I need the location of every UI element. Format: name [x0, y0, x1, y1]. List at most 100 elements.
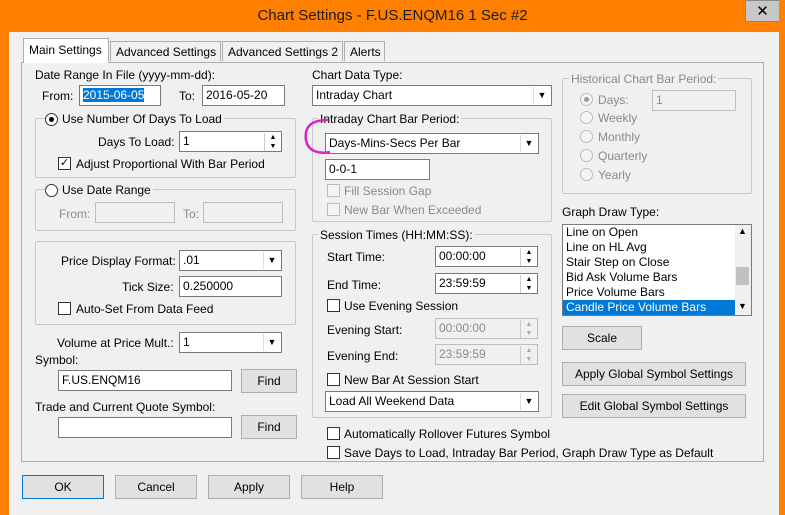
spin-up-icon[interactable]: ▲	[264, 133, 281, 142]
right-frame-edge	[779, 0, 785, 515]
price-format-value: .01	[183, 253, 200, 267]
vol-mult-select[interactable]: 1 ▼	[179, 332, 282, 353]
list-item[interactable]: Stair Step on Close	[563, 255, 736, 270]
adjust-proportional-checkbox[interactable]: ✓	[58, 157, 71, 170]
date-range-label: Date Range In File (yyyy-mm-dd):	[35, 68, 216, 82]
end-time-label: End Time:	[327, 278, 382, 292]
tab-alerts[interactable]: Alerts	[344, 41, 385, 61]
list-item[interactable]: Line on Open	[563, 225, 736, 240]
new-bar-exceeded-checkbox[interactable]	[327, 203, 340, 216]
title-bar[interactable]: Chart Settings - F.US.ENQM16 1 Sec #2 ✕	[0, 0, 785, 32]
use-evening-checkbox[interactable]	[327, 299, 340, 312]
ok-button[interactable]: OK	[22, 475, 104, 499]
save-default-checkbox[interactable]	[327, 446, 340, 459]
scale-button[interactable]: Scale	[562, 326, 642, 350]
spin-down-icon[interactable]: ▼	[520, 257, 537, 266]
apply-button[interactable]: Apply	[208, 475, 290, 499]
save-default-label: Save Days to Load, Intraday Bar Period, …	[344, 446, 714, 460]
intraday-period-label: Intraday Chart Bar Period:	[318, 112, 462, 126]
find-trade-symbol-button[interactable]: Find	[241, 415, 297, 439]
evening-start-value: 00:00:00	[439, 321, 486, 335]
chevron-down-icon: ▼	[263, 334, 280, 351]
yearly-radio[interactable]	[580, 168, 593, 181]
list-item-selected[interactable]: Candle Price Volume Bars	[563, 300, 736, 315]
monthly-radio[interactable]	[580, 130, 593, 143]
spin-up-icon[interactable]: ▲	[520, 346, 537, 355]
graph-draw-listbox[interactable]: Line on Open Line on HL Avg Stair Step o…	[562, 224, 752, 316]
range-to-input[interactable]	[203, 202, 283, 223]
weekly-radio[interactable]	[580, 111, 593, 124]
use-days-radio[interactable]	[45, 113, 58, 126]
weekend-data-value: Load All Weekend Data	[329, 394, 455, 408]
spin-down-icon[interactable]: ▼	[520, 284, 537, 293]
chevron-down-icon: ▼	[520, 135, 537, 152]
weekend-data-select[interactable]: Load All Weekend Data ▼	[325, 391, 539, 412]
scroll-up-icon[interactable]: ▲	[738, 226, 747, 236]
range-to-label: To:	[183, 207, 200, 221]
apply-global-button[interactable]: Apply Global Symbol Settings	[562, 362, 746, 386]
spin-down-icon[interactable]: ▼	[520, 329, 537, 338]
cancel-button[interactable]: Cancel	[115, 475, 197, 499]
close-button[interactable]: ✕	[745, 0, 780, 22]
bar-period-type-select[interactable]: Days-Mins-Secs Per Bar ▼	[325, 133, 539, 154]
evening-start-input[interactable]: 00:00:00 ▲ ▼	[435, 318, 538, 339]
trade-symbol-input[interactable]	[58, 417, 232, 438]
days-radio[interactable]	[580, 93, 593, 106]
end-time-input[interactable]: 23:59:59 ▲ ▼	[435, 273, 538, 294]
list-item[interactable]: Price Volume Bars	[563, 285, 736, 300]
data-type-value: Intraday Chart	[316, 88, 393, 102]
auto-rollover-checkbox[interactable]	[327, 427, 340, 440]
price-format-label: Price Display Format:	[61, 254, 176, 268]
to-date-input[interactable]: 2016-05-20	[202, 85, 285, 106]
spin-up-icon[interactable]: ▲	[520, 248, 537, 257]
autoset-checkbox[interactable]	[58, 302, 71, 315]
end-time-value: 23:59:59	[439, 276, 486, 290]
use-date-range-label: Use Date Range	[60, 183, 153, 197]
scroll-thumb[interactable]	[736, 267, 749, 285]
quarterly-radio[interactable]	[580, 149, 593, 162]
use-date-range-radio[interactable]	[45, 184, 58, 197]
spin-down-icon[interactable]: ▼	[520, 355, 537, 364]
vol-mult-value: 1	[183, 335, 190, 349]
start-time-input[interactable]: 00:00:00 ▲ ▼	[435, 246, 538, 267]
find-symbol-button[interactable]: Find	[241, 369, 297, 393]
vol-mult-label: Volume at Price Mult.:	[57, 336, 174, 350]
scroll-down-icon[interactable]: ▼	[738, 301, 747, 311]
evening-end-label: Evening End:	[327, 349, 399, 363]
tick-size-input[interactable]: 0.250000	[179, 276, 282, 297]
from-date-input[interactable]: 2015-06-05	[79, 85, 161, 106]
tab-advanced-settings-2[interactable]: Advanced Settings 2	[222, 41, 343, 61]
symbol-label: Symbol:	[35, 353, 79, 367]
list-item[interactable]: Bid Ask Volume Bars	[563, 270, 736, 285]
listbox-scrollbar[interactable]: ▲ ▼	[735, 225, 751, 315]
help-button[interactable]: Help	[301, 475, 383, 499]
quarterly-label: Quarterly	[598, 149, 648, 163]
new-bar-session-checkbox[interactable]	[327, 373, 340, 386]
spin-up-icon[interactable]: ▲	[520, 320, 537, 329]
graph-draw-label: Graph Draw Type:	[562, 205, 660, 219]
symbol-input[interactable]: F.US.ENQM16	[58, 370, 232, 391]
fill-gap-checkbox[interactable]	[327, 184, 340, 197]
evening-end-input[interactable]: 23:59:59 ▲ ▼	[435, 344, 538, 365]
tab-advanced-settings[interactable]: Advanced Settings	[110, 41, 221, 61]
list-item[interactable]: Line on HL Avg	[563, 240, 736, 255]
use-days-label: Use Number Of Days To Load	[60, 112, 224, 126]
use-evening-label: Use Evening Session	[344, 299, 459, 313]
fill-gap-label: Fill Session Gap	[344, 184, 432, 198]
chevron-down-icon: ▼	[533, 87, 550, 104]
tab-main-settings[interactable]: Main Settings	[23, 38, 109, 63]
range-from-input[interactable]	[95, 202, 175, 223]
days-to-load-input[interactable]: 1 ▲ ▼	[179, 131, 282, 152]
new-bar-exceeded-label: New Bar When Exceeded	[344, 203, 482, 217]
bar-period-input[interactable]: 0-0-1	[325, 159, 430, 180]
days-input[interactable]: 1	[652, 90, 736, 111]
price-format-select[interactable]: .01 ▼	[179, 250, 282, 271]
edit-global-button[interactable]: Edit Global Symbol Settings	[562, 394, 746, 418]
data-type-select[interactable]: Intraday Chart ▼	[312, 85, 552, 106]
from-label: From:	[42, 89, 74, 103]
bar-period-type-value: Days-Mins-Secs Per Bar	[329, 136, 461, 150]
autoset-label: Auto-Set From Data Feed	[76, 302, 214, 316]
spin-down-icon[interactable]: ▼	[264, 142, 281, 151]
spin-up-icon[interactable]: ▲	[520, 275, 537, 284]
chevron-down-icon: ▼	[520, 393, 537, 410]
